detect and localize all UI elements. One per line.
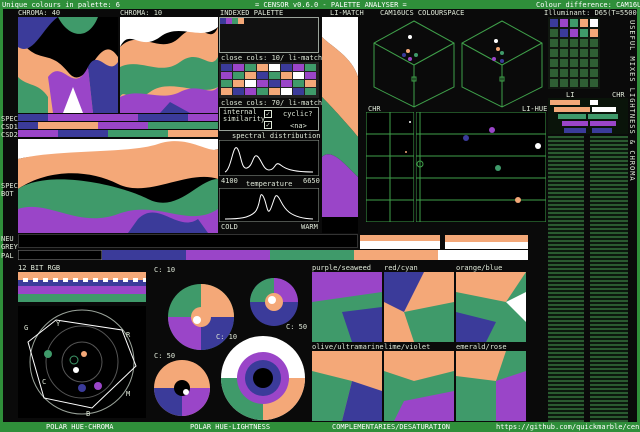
unique-colours-text: Unique colours in palette: 6: [2, 1, 121, 9]
similarity-checkbox-2[interactable]: ✓: [264, 121, 272, 129]
chr-plot: [366, 112, 414, 222]
chroma-40-plot: [18, 17, 118, 113]
li-match-title: LI-MATCH: [330, 9, 364, 17]
right-striped-column: [548, 136, 628, 422]
rgb12-label: 12 BIT RGB: [18, 264, 61, 272]
complementary-tile-5: [384, 351, 454, 421]
pal-bar: [18, 250, 528, 260]
polar-hue-chroma-plot: [18, 306, 146, 418]
li-chr-bars: [548, 98, 628, 134]
illuminant-text: Illuminant: D65(T=5500.00°K): [544, 9, 640, 17]
na-label: <na>: [290, 122, 307, 130]
pair-label-5: lime/violet: [384, 343, 431, 351]
pair-label-3: orange/blue: [456, 264, 503, 272]
internal-similarity-text: internal similarity: [223, 108, 266, 123]
complementary-tile-2: [384, 272, 454, 342]
chroma-10-label: CHROMA: 10: [120, 9, 163, 17]
warm-label: WARM: [301, 223, 318, 231]
spectral-distribution-plot: [219, 140, 319, 176]
cam16-title: CAM16UCS COLOURSPACE: [380, 9, 465, 17]
polar-circle-2: [250, 278, 298, 326]
spec-bot-label-1: SPEC: [1, 182, 18, 190]
indexed-palette-swatches: [220, 18, 244, 24]
li-match-plot: [322, 17, 358, 233]
hue-label-r: R: [126, 331, 131, 339]
internal-similarity-label: internal similarity: [223, 108, 266, 123]
complementary-tile-3: [456, 272, 526, 342]
close-cols-10-grid: [219, 62, 319, 98]
complementaries-label: COMPLEMENTARIES/DESATURATION: [332, 423, 451, 431]
complementary-tile-4: [312, 351, 382, 421]
neu-swatches: [360, 235, 528, 249]
pal-label: PAL: [1, 252, 14, 260]
colour-difference-text: Colour difference: CAM16UCS: [536, 1, 640, 9]
hue-label-b: B: [86, 410, 91, 418]
pair-label-4: olive/ultramarine: [312, 343, 384, 351]
spectral-distribution-title: spectral distribution: [232, 132, 321, 140]
complementary-tile-6: [456, 351, 526, 421]
right-vertical-caption: USEFUL MIXES LIGHTNESS & CHROMA: [628, 20, 636, 182]
cam16-cube-left: [373, 20, 455, 108]
polar-hue-lightness-label: POLAR HUE-LIGHTNESS: [190, 423, 271, 431]
right-palette-grid: [548, 17, 600, 89]
chroma-10-plot: [120, 17, 218, 113]
polar-hue-chroma-label: POLAR HUE-CHROMA: [46, 423, 114, 431]
chroma-40-label: CHROMA: 40: [18, 9, 61, 17]
spec-bot-label-2: BOT: [1, 190, 14, 198]
close-cols-10-label: close cols: 10/ li-match: [221, 54, 323, 62]
complementary-tile-1: [312, 272, 382, 342]
li-hue-plot: [416, 112, 546, 222]
hue-label-y: Y: [56, 320, 61, 328]
spectral-bot-plot: [18, 139, 218, 233]
spec-label: SPEC: [1, 115, 18, 123]
temperature-plot: [219, 188, 319, 222]
hue-label-g: G: [24, 324, 29, 332]
cold-label: COLD: [221, 223, 238, 231]
csd2-label: CSD2: [1, 131, 18, 139]
csd1-label: CSD1: [1, 123, 18, 131]
neu-grey-bar: [18, 234, 358, 248]
spectrum-bars: [18, 114, 218, 137]
grey-label: GREY: [1, 243, 18, 251]
similarity-checkbox-1[interactable]: ✓: [264, 110, 272, 118]
hue-label-m: M: [126, 390, 131, 398]
nm-high-label: 6650: [303, 177, 320, 185]
polar-circle-3: [154, 360, 210, 416]
polar-circle-4: [221, 336, 305, 420]
indexed-palette-title: INDEXED PALETTE: [220, 9, 284, 17]
close-cols-70-label: close cols: 70/ li-match: [221, 99, 323, 107]
pair-label-2: red/cyan: [384, 264, 418, 272]
hue-label-c: C: [42, 378, 47, 386]
temperature-title: temperature: [246, 180, 293, 188]
pair-label-6: emerald/rose: [456, 343, 507, 351]
nm-low-label: 4100: [221, 177, 238, 185]
pair-label-1: purple/seaweed: [312, 264, 372, 272]
c10-label-a: C: 10: [154, 266, 176, 274]
neu-label: NEU: [1, 235, 14, 243]
c50-label-a: C: 50: [286, 323, 308, 331]
app-title: = CENSOR v0.6.0 - PALETTE ANALYSER =: [255, 1, 407, 9]
rgb12-plot: [18, 272, 146, 302]
cyclic-label: cyclic?: [283, 110, 313, 118]
frame-left: [0, 9, 3, 432]
github-url[interactable]: https://github.com/quickmarble/censor: [496, 423, 640, 431]
cam16-cube-right: [461, 20, 543, 108]
